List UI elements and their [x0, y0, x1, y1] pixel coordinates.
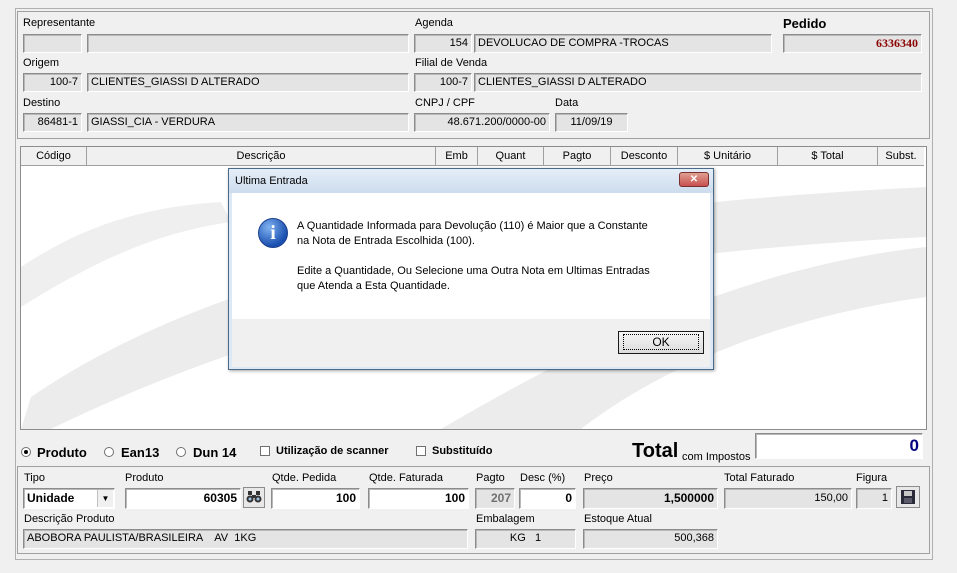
data-label: Data [555, 97, 579, 109]
representante-label: Representante [23, 17, 96, 29]
total-faturado-label: Total Faturado [724, 472, 795, 484]
ultima-entrada-dialog: Ultima Entrada ✕ i A Quantidade Informad… [228, 168, 714, 370]
dialog-message-line3: Edite a Quantidade, Ou Selecione uma Out… [297, 265, 650, 277]
filial-label: Filial de Venda [415, 57, 488, 69]
dialog-body: i A Quantidade Informada para Devolução … [232, 193, 710, 319]
qtde-faturada-label: Qtde. Faturada [369, 472, 443, 484]
destino-label: Destino [23, 97, 61, 109]
filial-code-field[interactable]: 100-7 [414, 73, 472, 92]
ean13-radio[interactable] [104, 447, 114, 457]
col-subst[interactable]: Subst. [878, 147, 924, 165]
destino-code-field[interactable]: 86481-1 [23, 113, 82, 132]
qtde-pedida-label: Qtde. Pedida [272, 472, 337, 484]
dialog-message-line1: A Quantidade Informada para Devolução (1… [297, 220, 648, 232]
binoculars-icon[interactable] [243, 487, 265, 508]
total-field: 0 [755, 433, 923, 459]
descricao-produto-label: Descrição Produto [24, 513, 115, 525]
info-icon: i [258, 218, 288, 248]
total-label: Total [632, 440, 679, 462]
origem-code-field[interactable]: 100-7 [23, 73, 82, 92]
col-codigo[interactable]: Código [21, 147, 87, 165]
tipo-select-value: Unidade [27, 491, 75, 505]
col-unitario[interactable]: $ Unitário [678, 147, 778, 165]
pagto-label: Pagto [476, 472, 505, 484]
dialog-title: Ultima Entrada [235, 175, 308, 187]
qtde-pedida-field[interactable]: 100 [271, 488, 360, 509]
substituido-checkbox-label: Substituído [432, 445, 493, 457]
dialog-footer: OK [232, 319, 710, 367]
produto-field[interactable]: 60305 [125, 488, 241, 509]
figura-field: 1 [856, 488, 892, 509]
agenda-label: Agenda [415, 17, 453, 29]
col-pagto[interactable]: Pagto [544, 147, 611, 165]
dun14-radio-label: Dun 14 [193, 445, 237, 460]
col-quant[interactable]: Quant [478, 147, 544, 165]
tipo-select[interactable]: Unidade ▼ [23, 488, 115, 509]
total-sublabel: com Impostos [682, 451, 751, 463]
ok-button[interactable]: OK [618, 331, 704, 354]
dialog-message-line2: na Nota de Entrada Escolhida (100). [297, 235, 475, 247]
agenda-code-field[interactable]: 154 [414, 34, 472, 53]
destino-name-field: GIASSI_CIA - VERDURA [87, 113, 409, 132]
grid-header: Código Descrição Emb Quant Pagto Descont… [21, 147, 924, 166]
dialog-title-bar: Ultima Entrada ✕ [229, 169, 713, 193]
produto-radio-label: Produto [37, 445, 87, 460]
figura-label: Figura [856, 472, 888, 484]
desc-field[interactable]: 0 [519, 488, 576, 509]
representante-code-field[interactable] [23, 34, 82, 53]
dialog-message-line4: que Atenda a Esta Quantidade. [297, 280, 450, 292]
cnpj-field: 48.671.200/0000-00 [414, 113, 550, 132]
tipo-label: Tipo [24, 472, 45, 484]
dun14-radio[interactable] [176, 447, 186, 457]
produto-radio[interactable] [21, 447, 31, 457]
close-icon: ✕ [689, 174, 699, 185]
preco-label: Preço [584, 472, 613, 484]
embalagem-field: KG 1 [475, 529, 576, 549]
origem-label: Origem [23, 57, 60, 69]
ok-button-label: OK [623, 334, 699, 350]
produto-label: Produto [125, 472, 164, 484]
col-total[interactable]: $ Total [778, 147, 878, 165]
scanner-checkbox[interactable] [260, 446, 270, 456]
filial-name-field: CLIENTES_GIASSI D ALTERADO [474, 73, 922, 92]
total-faturado-field: 150,00 [724, 488, 852, 509]
chevron-down-icon[interactable]: ▼ [97, 490, 113, 507]
ean13-radio-label: Ean13 [121, 445, 160, 460]
estoque-field: 500,368 [583, 529, 718, 549]
desc-label: Desc (%) [520, 472, 566, 484]
representante-name-field[interactable] [87, 34, 409, 53]
col-emb[interactable]: Emb [436, 147, 478, 165]
descricao-produto-field: ABOBORA PAULISTA/BRASILEIRA AV 1KG [23, 529, 468, 549]
origem-name-field: CLIENTES_GIASSI D ALTERADO [87, 73, 409, 92]
cnpj-label: CNPJ / CPF [415, 97, 475, 109]
embalagem-label: Embalagem [476, 513, 535, 525]
pedido-field: 6336340 [783, 34, 922, 53]
qtde-faturada-field[interactable]: 100 [368, 488, 469, 509]
estoque-label: Estoque Atual [584, 513, 652, 525]
scanner-checkbox-label: Utilização de scanner [276, 445, 389, 457]
pedido-label: Pedido [783, 16, 827, 31]
close-button[interactable]: ✕ [679, 172, 709, 187]
data-field: 11/09/19 [555, 113, 628, 132]
pagto-field: 207 [475, 488, 515, 509]
preco-field: 1,500000 [583, 488, 718, 509]
substituido-checkbox[interactable] [416, 446, 426, 456]
floppy-disk-icon[interactable] [896, 486, 920, 508]
col-desconto[interactable]: Desconto [611, 147, 678, 165]
col-descricao[interactable]: Descrição [87, 147, 436, 165]
agenda-desc-field: DEVOLUCAO DE COMPRA -TROCAS [474, 34, 772, 53]
